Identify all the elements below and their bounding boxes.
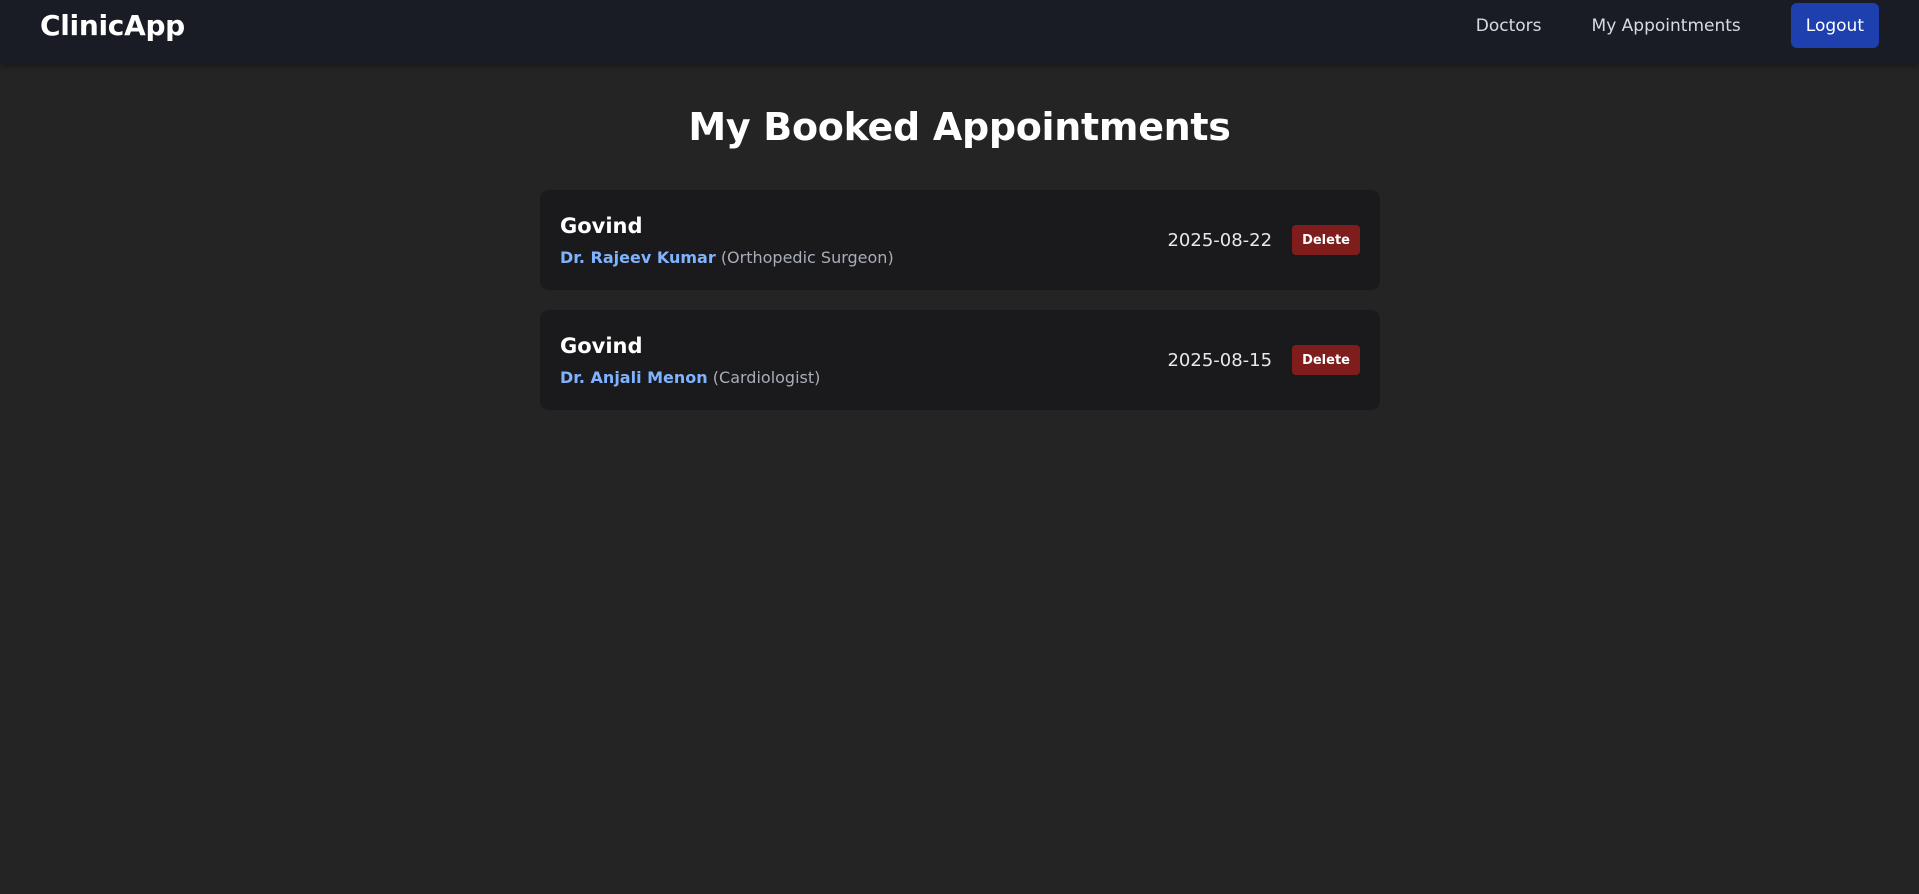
appointment-date: 2025-08-15: [1167, 349, 1273, 371]
appointment-actions: 2025-08-15 Delete: [1167, 345, 1360, 375]
appointment-card: Govind Dr. Anjali Menon (Cardiologist) 2…: [540, 310, 1380, 410]
nav-link-my-appointments[interactable]: My Appointments: [1592, 16, 1741, 36]
app-brand-logo[interactable]: ClinicApp: [40, 9, 185, 42]
nav-links: Doctors My Appointments Logout: [1476, 3, 1879, 48]
appointment-date: 2025-08-22: [1167, 229, 1273, 251]
doctor-name: Dr. Rajeev Kumar: [560, 248, 716, 267]
appointment-list: Govind Dr. Rajeev Kumar (Orthopedic Surg…: [540, 190, 1380, 430]
top-navbar: ClinicApp Doctors My Appointments Logout: [0, 0, 1919, 64]
doctor-specialty: (Cardiologist): [712, 368, 821, 387]
doctor-name: Dr. Anjali Menon: [560, 368, 708, 387]
doctor-info: Dr. Rajeev Kumar (Orthopedic Surgeon): [560, 248, 894, 267]
appointment-actions: 2025-08-22 Delete: [1167, 225, 1360, 255]
patient-name: Govind: [560, 214, 643, 238]
nav-link-doctors[interactable]: Doctors: [1476, 16, 1542, 36]
page-title: My Booked Appointments: [688, 105, 1231, 149]
logout-button[interactable]: Logout: [1790, 3, 1879, 48]
patient-name: Govind: [560, 334, 643, 358]
delete-button[interactable]: Delete: [1292, 225, 1360, 255]
delete-button[interactable]: Delete: [1292, 345, 1360, 375]
doctor-info: Dr. Anjali Menon (Cardiologist): [560, 368, 820, 387]
appointment-card: Govind Dr. Rajeev Kumar (Orthopedic Surg…: [540, 190, 1380, 290]
doctor-specialty: (Orthopedic Surgeon): [720, 248, 894, 267]
